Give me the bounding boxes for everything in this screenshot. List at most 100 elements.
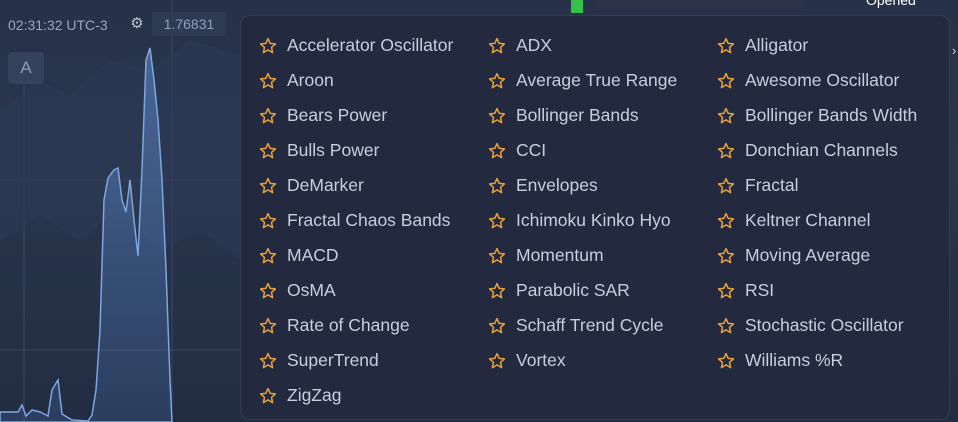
indicator-label: Williams %R [745, 350, 844, 370]
indicator-item[interactable]: Schaff Trend Cycle [488, 308, 717, 343]
indicator-label: Fractal [745, 175, 799, 195]
indicators-dropdown: Accelerator Oscillator ADX Alligator Aroon A… [240, 15, 950, 420]
indicator-item[interactable]: SuperTrend [259, 343, 488, 378]
chevron-icon[interactable]: › [952, 44, 958, 58]
top-panel [594, 0, 804, 10]
indicator-item[interactable]: Ichimoku Kinko Hyo [488, 203, 717, 238]
indicator-item[interactable]: Moving Average [717, 238, 946, 273]
indicator-item[interactable]: MACD [259, 238, 488, 273]
indicator-item[interactable]: Fractal Chaos Bands [259, 203, 488, 238]
star-outline-icon[interactable] [717, 177, 735, 195]
star-outline-icon[interactable] [717, 37, 735, 55]
star-outline-icon[interactable] [717, 142, 735, 160]
indicator-item[interactable]: Donchian Channels [717, 133, 946, 168]
indicator-label: Stochastic Oscillator [745, 315, 904, 335]
indicator-label: Moving Average [745, 245, 871, 265]
indicator-label: Accelerator Oscillator [287, 35, 454, 55]
indicator-label: Aroon [287, 70, 334, 90]
star-outline-icon[interactable] [488, 317, 506, 335]
indicator-item[interactable]: Momentum [488, 238, 717, 273]
star-outline-icon[interactable] [259, 352, 277, 370]
star-outline-icon[interactable] [488, 352, 506, 370]
star-outline-icon[interactable] [259, 72, 277, 90]
star-outline-icon[interactable] [259, 282, 277, 300]
asset-button[interactable]: A [8, 52, 44, 84]
indicator-item[interactable]: Envelopes [488, 168, 717, 203]
indicator-label: ZigZag [287, 385, 342, 405]
star-outline-icon[interactable] [717, 72, 735, 90]
indicators-list: Accelerator Oscillator ADX Alligator Aroon A… [259, 28, 946, 413]
indicator-item[interactable]: Keltner Channel [717, 203, 946, 238]
indicator-label: Average True Range [516, 70, 678, 90]
star-outline-icon[interactable] [488, 212, 506, 230]
indicator-label: DeMarker [287, 175, 364, 195]
star-outline-icon[interactable] [259, 142, 277, 160]
star-outline-icon[interactable] [259, 212, 277, 230]
star-outline-icon[interactable] [717, 317, 735, 335]
star-outline-icon[interactable] [717, 247, 735, 265]
indicator-item[interactable]: CCI [488, 133, 717, 168]
star-outline-icon[interactable] [259, 107, 277, 125]
green-marker [571, 0, 583, 13]
chart-time-label: 02:31:32 UTC-3 [8, 17, 108, 33]
indicator-item[interactable]: Parabolic SAR [488, 273, 717, 308]
indicator-item[interactable]: Fractal [717, 168, 946, 203]
indicator-item[interactable]: Aroon [259, 63, 488, 98]
indicator-item[interactable]: Vortex [488, 343, 717, 378]
indicator-label: Bulls Power [287, 140, 380, 160]
indicator-label: Fractal Chaos Bands [287, 210, 451, 230]
star-outline-icon[interactable] [259, 387, 277, 405]
indicator-label: Bollinger Bands Width [745, 105, 918, 125]
indicator-item[interactable]: Williams %R [717, 343, 946, 378]
indicator-item[interactable]: Stochastic Oscillator [717, 308, 946, 343]
star-outline-icon[interactable] [717, 282, 735, 300]
indicator-label: Bears Power [287, 105, 388, 125]
star-outline-icon[interactable] [259, 37, 277, 55]
indicator-item[interactable]: Awesome Oscillator [717, 63, 946, 98]
indicator-item[interactable]: OsMA [259, 273, 488, 308]
star-outline-icon[interactable] [488, 177, 506, 195]
indicator-label: Envelopes [516, 175, 598, 195]
indicator-item[interactable]: Accelerator Oscillator [259, 28, 488, 63]
star-outline-icon[interactable] [488, 142, 506, 160]
gear-icon[interactable]: ⚙ [129, 16, 145, 32]
star-outline-icon[interactable] [488, 37, 506, 55]
indicator-item[interactable]: Bollinger Bands Width [717, 98, 946, 133]
indicator-item[interactable]: Bears Power [259, 98, 488, 133]
current-price-tag: 1.76831 [152, 12, 226, 36]
star-outline-icon[interactable] [717, 352, 735, 370]
indicator-label: Rate of Change [287, 315, 410, 335]
indicator-item[interactable]: Average True Range [488, 63, 717, 98]
star-outline-icon[interactable] [488, 247, 506, 265]
indicator-item[interactable]: Rate of Change [259, 308, 488, 343]
indicator-item[interactable]: RSI [717, 273, 946, 308]
indicator-label: Donchian Channels [745, 140, 898, 160]
indicator-item[interactable]: Bollinger Bands [488, 98, 717, 133]
opened-tab-label[interactable]: Opened [866, 0, 916, 8]
indicator-item[interactable]: ZigZag [259, 378, 488, 413]
indicator-item[interactable]: ADX [488, 28, 717, 63]
star-outline-icon[interactable] [259, 177, 277, 195]
indicator-label: Alligator [745, 35, 809, 55]
indicator-label: RSI [745, 280, 775, 300]
indicator-label: Vortex [516, 350, 566, 370]
indicator-item[interactable]: DeMarker [259, 168, 488, 203]
indicator-label: OsMA [287, 280, 336, 300]
indicator-label: Momentum [516, 245, 604, 265]
star-outline-icon[interactable] [488, 107, 506, 125]
star-outline-icon[interactable] [488, 282, 506, 300]
star-outline-icon[interactable] [717, 107, 735, 125]
indicator-label: Awesome Oscillator [745, 70, 900, 90]
indicator-label: SuperTrend [287, 350, 379, 370]
indicator-label: Ichimoku Kinko Hyo [516, 210, 671, 230]
star-outline-icon[interactable] [259, 247, 277, 265]
indicator-label: Bollinger Bands [516, 105, 639, 125]
indicator-label: Parabolic SAR [516, 280, 630, 300]
star-outline-icon[interactable] [259, 317, 277, 335]
indicator-item[interactable]: Bulls Power [259, 133, 488, 168]
indicator-item[interactable]: Alligator [717, 28, 946, 63]
indicator-label: MACD [287, 245, 339, 265]
indicator-label: ADX [516, 35, 552, 55]
star-outline-icon[interactable] [488, 72, 506, 90]
star-outline-icon[interactable] [717, 212, 735, 230]
